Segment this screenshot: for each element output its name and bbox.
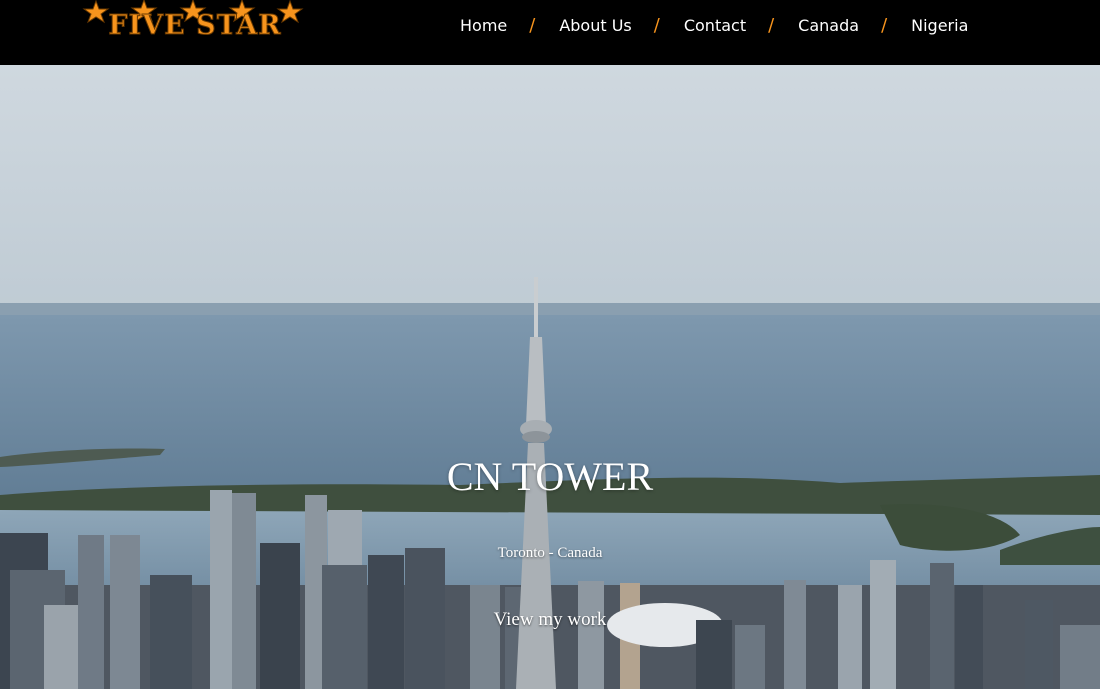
nav-item-contact[interactable]: Contact /: [664, 15, 778, 36]
nav-separator: /: [653, 14, 660, 36]
nav-contact-link[interactable]: Contact: [664, 16, 766, 35]
nav-separator: /: [768, 14, 775, 36]
nav-nigeria-link[interactable]: Nigeria: [891, 16, 988, 35]
nav-separator: /: [529, 14, 536, 36]
main-nav: Home / About Us / Contact / Canada / Nig…: [440, 0, 988, 50]
nav-item-canada[interactable]: Canada /: [778, 15, 891, 36]
nav-item-nigeria[interactable]: Nigeria: [891, 16, 988, 35]
toronto-skyline-image: [0, 65, 1100, 689]
hero-section: CN TOWER Toronto - Canada View my work: [0, 65, 1100, 689]
logo-wordmark: FIVE STAR: [108, 10, 282, 41]
five-star-logo[interactable]: FIVE STAR: [72, 0, 317, 44]
nav-home-link[interactable]: Home: [440, 16, 527, 35]
nav-item-about[interactable]: About Us /: [539, 15, 664, 36]
nav-about-link[interactable]: About Us: [539, 16, 651, 35]
hero-subtitle: Toronto - Canada: [497, 545, 603, 561]
nav-item-home[interactable]: Home /: [440, 15, 539, 36]
hero-title: CN TOWER: [446, 454, 654, 499]
site-header: FIVE STAR Home / About Us / Contact / Ca…: [0, 0, 1100, 65]
nav-canada-link[interactable]: Canada: [778, 16, 879, 35]
nav-separator: /: [881, 14, 888, 36]
view-my-work-link[interactable]: View my work: [470, 609, 630, 631]
